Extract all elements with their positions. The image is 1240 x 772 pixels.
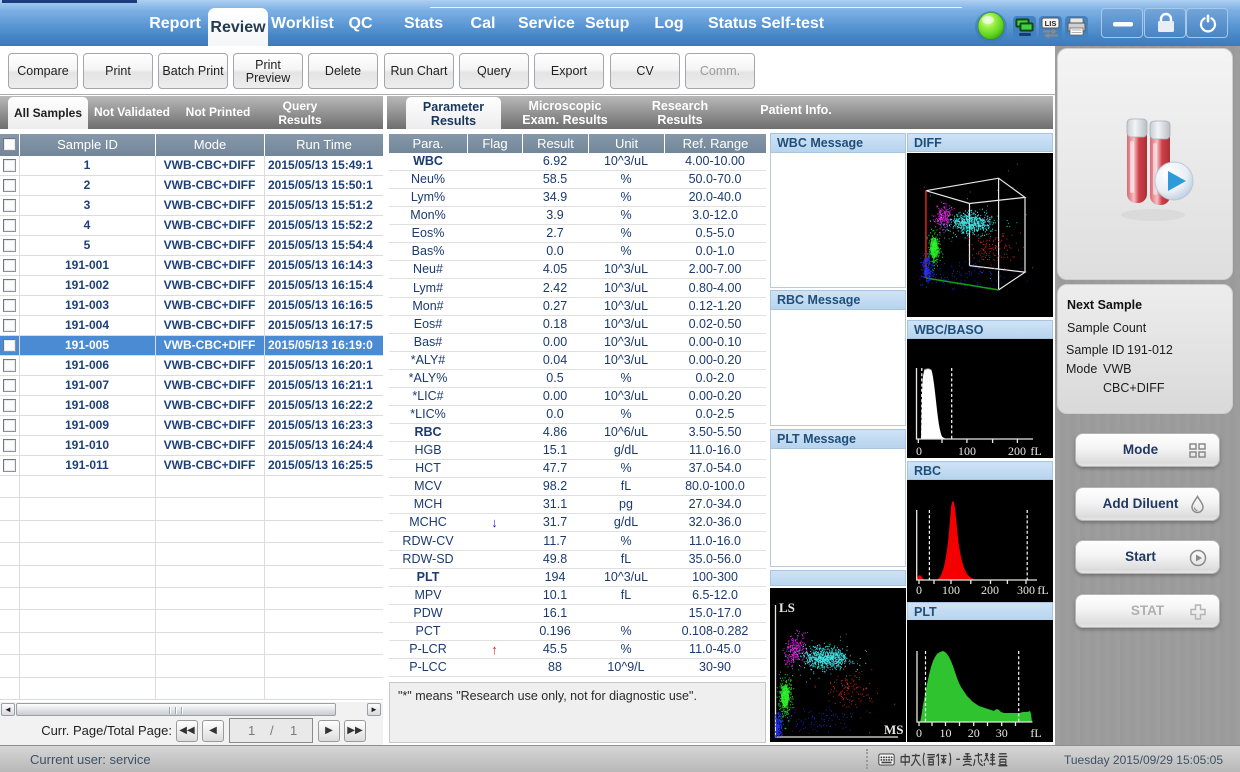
svg-text:200: 200 <box>1008 444 1026 458</box>
svg-text:100: 100 <box>942 583 960 597</box>
svg-text:20: 20 <box>968 726 980 740</box>
svg-text:fL: fL <box>1030 444 1041 458</box>
svg-text:fL: fL <box>1037 583 1048 597</box>
svg-text:0: 0 <box>916 444 922 458</box>
svg-text:200: 200 <box>981 583 999 597</box>
svg-text:300: 300 <box>1017 583 1035 597</box>
svg-text:LS: LS <box>779 600 795 615</box>
svg-text:LIS: LIS <box>1045 19 1057 28</box>
svg-text:fL: fL <box>1030 726 1041 740</box>
svg-text:0: 0 <box>916 583 922 597</box>
svg-text:30: 30 <box>996 726 1008 740</box>
svg-text:MS: MS <box>884 722 904 737</box>
svg-text:10: 10 <box>940 726 952 740</box>
svg-text:0: 0 <box>916 726 922 740</box>
svg-text:100: 100 <box>958 444 976 458</box>
